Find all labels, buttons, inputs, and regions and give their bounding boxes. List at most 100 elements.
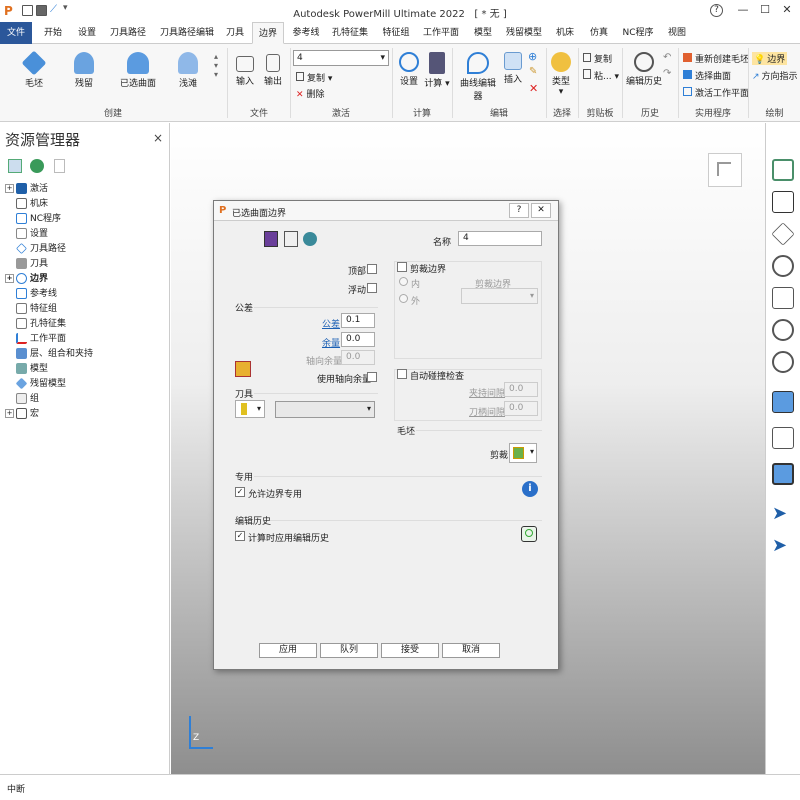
tree-item-active[interactable]: + 激活 <box>5 182 48 197</box>
tree-item-machine[interactable]: 机床 <box>16 197 48 212</box>
delete-boundary-button[interactable]: ✕ 删除 <box>296 87 325 100</box>
add-icon[interactable]: ⊕ <box>528 50 537 63</box>
rest-boundary-button[interactable]: 残留 <box>64 52 104 89</box>
allowance-link[interactable]: 余量 <box>322 336 340 349</box>
redo-icon[interactable]: ↷ <box>663 68 671 79</box>
allow-special-checkbox[interactable]: ✓ <box>235 487 245 497</box>
tree-item-toolpaths[interactable]: 刀具路径 <box>16 242 66 257</box>
dialog-help-button[interactable]: ? <box>509 203 529 218</box>
clipboard-paste-button[interactable]: 粘... ▾ <box>583 69 619 82</box>
apply-history-checkbox[interactable]: ✓ <box>235 531 245 541</box>
tree-item-levels[interactable]: 层、组合和夹持 <box>16 347 93 362</box>
insert-button[interactable]: 插入 <box>502 52 524 85</box>
maximize-button[interactable]: ☐ <box>757 3 773 19</box>
direction-indicator-button[interactable]: ↗ 方向指示 <box>752 69 798 82</box>
import-button[interactable]: 输入 <box>233 52 257 87</box>
tool-select[interactable]: ▾ <box>275 401 375 418</box>
undo-icon[interactable]: ↶ <box>663 52 671 63</box>
close-window-button[interactable]: ✕ <box>779 3 795 19</box>
wireframe-icon[interactable] <box>772 427 794 449</box>
activate-workplane-button[interactable]: 激活工作平面 <box>683 86 749 99</box>
activate-boundary-select[interactable]: 4 ▾ <box>293 50 389 66</box>
tab-hole-features[interactable]: 孔特征集 <box>328 22 372 44</box>
calculate-button[interactable]: 计算 ▾ <box>424 52 450 89</box>
tab-simulation[interactable]: 仿真 <box>584 22 614 44</box>
tolerance-link[interactable]: 公差 <box>322 317 340 330</box>
draw-boundary-button[interactable]: 💡 边界 <box>752 52 788 65</box>
model-view-icon[interactable] <box>772 159 794 181</box>
tab-tool[interactable]: 刀具 <box>222 22 248 44</box>
tool-select-icon[interactable] <box>284 231 298 247</box>
collision-checkbox[interactable] <box>397 369 407 379</box>
trash-icon[interactable] <box>54 159 65 173</box>
allowance-icon[interactable] <box>235 361 251 377</box>
zoom-box-icon[interactable] <box>772 319 794 341</box>
allowance-input[interactable]: 0.0 <box>341 332 375 347</box>
tree-item-patterns[interactable]: 参考线 <box>16 287 57 302</box>
tab-start[interactable]: 开始 <box>38 22 68 44</box>
queue-button[interactable]: 队列 <box>320 643 378 658</box>
tree-item-groups[interactable]: 组 <box>16 392 39 407</box>
shaded-icon[interactable] <box>772 391 794 413</box>
zoom-fit-icon[interactable] <box>772 351 794 373</box>
pencil-icon[interactable]: ✎ <box>529 66 537 77</box>
tree-item-macros[interactable]: + 宏 <box>5 407 39 422</box>
tab-pattern[interactable]: 参考线 <box>288 22 324 44</box>
trim-boundary-checkbox[interactable] <box>397 262 407 272</box>
tab-model[interactable]: 模型 <box>468 22 498 44</box>
expand-icon[interactable]: + <box>5 409 14 418</box>
tab-boundary[interactable]: 边界 <box>252 22 284 44</box>
tab-toolpath-edit[interactable]: 刀具路径编辑 <box>156 22 218 44</box>
view-cube-icon[interactable] <box>708 153 742 187</box>
export-button[interactable]: 输出 <box>261 52 285 87</box>
tab-stock-model[interactable]: 残留模型 <box>502 22 546 44</box>
stock-trim-select[interactable]: ▾ <box>509 443 537 463</box>
shallow-boundary-button[interactable]: 浅滩 <box>170 52 206 89</box>
dialog-close-button[interactable]: ✕ <box>531 203 551 218</box>
globe-icon[interactable] <box>30 159 44 173</box>
tab-toolpaths[interactable]: 刀具路径 <box>106 22 150 44</box>
tree-item-models[interactable]: 模型 <box>16 362 48 377</box>
clipboard-copy-button[interactable]: 复制 <box>583 52 612 65</box>
curve-editor-button[interactable]: 曲线编辑器 <box>456 52 500 102</box>
history-icon[interactable] <box>521 526 537 542</box>
iso-view-icon[interactable] <box>772 191 794 213</box>
explorer-tree-icon[interactable] <box>8 159 22 173</box>
cancel-button[interactable]: 取消 <box>442 643 500 658</box>
stock-boundary-button[interactable]: 毛坯 <box>14 50 54 89</box>
selected-surface-button[interactable]: 已选曲面 <box>114 52 162 89</box>
tree-item-feature-groups[interactable]: 特征组 <box>16 302 57 317</box>
minimize-button[interactable]: — <box>735 3 751 19</box>
tree-item-hole-features[interactable]: 孔特征集 <box>16 317 66 332</box>
tab-view[interactable]: 视图 <box>662 22 692 44</box>
tree-item-boundaries[interactable]: + 边界 <box>5 272 48 287</box>
tab-feature-group[interactable]: 特征组 <box>378 22 414 44</box>
tree-item-stock-models[interactable]: 残留模型 <box>15 377 66 392</box>
tab-nc-program[interactable]: NC程序 <box>618 22 658 44</box>
boundary-type-icon[interactable] <box>264 231 278 247</box>
tolerance-input[interactable]: 0.1 <box>341 313 375 328</box>
filter-icon[interactable] <box>303 232 317 246</box>
tree-item-tools[interactable]: 刀具 <box>16 257 48 272</box>
select-type-button[interactable]: 类型 ▾ <box>549 52 573 97</box>
remove-icon[interactable]: ✕ <box>529 82 538 95</box>
accept-button[interactable]: 接受 <box>381 643 439 658</box>
top-checkbox[interactable] <box>367 264 377 274</box>
tab-workplane[interactable]: 工作平面 <box>418 22 464 44</box>
close-icon[interactable]: × <box>153 131 163 145</box>
boundary-settings-button[interactable]: 设置 <box>396 52 422 87</box>
info-icon[interactable]: i <box>522 481 538 497</box>
refresh-view-icon[interactable] <box>772 287 794 309</box>
front-view-icon[interactable] <box>771 222 795 246</box>
tab-setup[interactable]: 设置 <box>72 22 102 44</box>
select-rotate-icon[interactable]: ➤ <box>772 535 794 557</box>
tree-item-setup[interactable]: 设置 <box>16 227 48 242</box>
tree-item-workplanes[interactable]: 工作平面 <box>16 332 66 347</box>
use-axial-checkbox[interactable] <box>367 372 377 382</box>
tree-item-nc-program[interactable]: NC程序 <box>16 212 61 227</box>
gallery-scroll-icon[interactable]: ▴ ▾ ▾ <box>214 52 218 79</box>
edit-history-button[interactable]: 编辑历史 <box>626 52 662 87</box>
recreate-stock-button[interactable]: 重新创建毛坯 <box>683 52 749 65</box>
tool-type-select[interactable]: ▾ <box>235 400 265 418</box>
zoom-icon[interactable] <box>772 255 794 277</box>
